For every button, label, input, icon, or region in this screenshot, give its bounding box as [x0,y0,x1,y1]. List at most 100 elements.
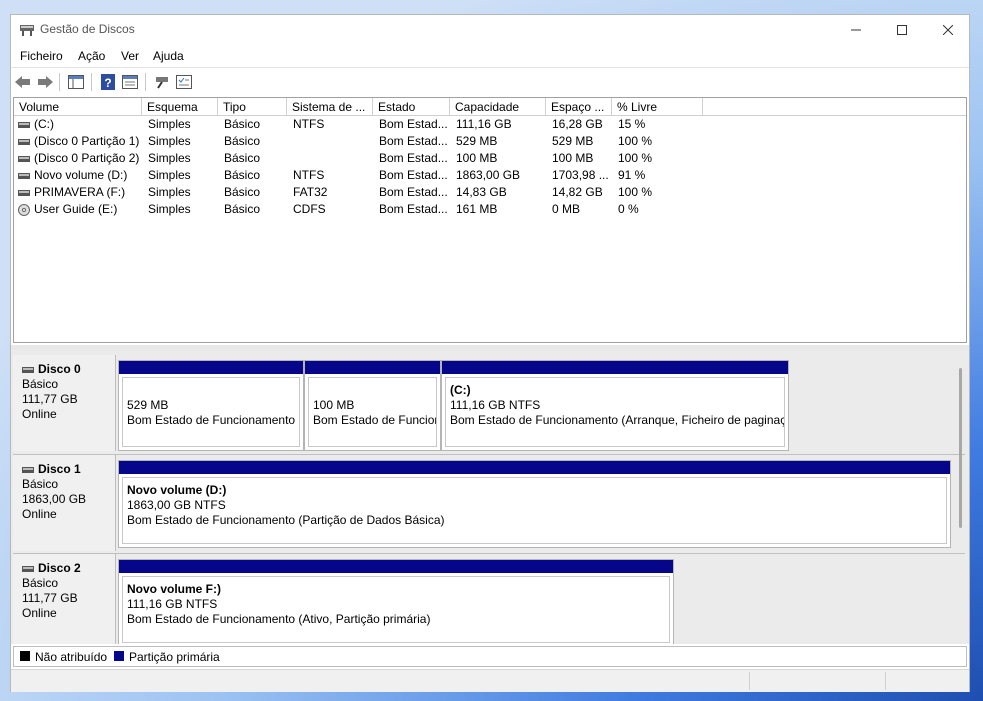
back-arrow-icon [15,76,30,88]
partition[interactable]: Novo volume (D:) 1863,00 GB NTFS Bom Est… [118,460,951,548]
volume-livre: 1703,98 ... [552,168,609,182]
partition[interactable]: 100 MB Bom Estado de Funcionamento [304,360,441,451]
table-row[interactable]: (Disco 0 Partição 1) Simples Básico Bom Est… [14,133,966,150]
maximize-button[interactable] [879,15,925,45]
partition-title: Novo volume (D:) [127,483,227,497]
volume-pct: 100 % [618,185,653,199]
volume-livre: 100 MB [552,151,594,165]
disk-status: Online [22,606,57,620]
volume-esquema: Simples [148,151,191,165]
toolbar-separator [91,73,92,91]
volume-estado: Bom Estad... [379,202,448,216]
partition-size: 100 MB [313,398,355,412]
partition-status: Bom Estado de Funcionamento (Partição de… [127,513,445,527]
primary-partition-swatch [114,651,124,661]
partition[interactable]: Novo volume F:) 111,16 GB NTFS Bom Estad… [118,559,674,644]
disk-icon [22,565,34,572]
volume-tipo: Básico [224,151,261,165]
disk-type: Básico [22,576,59,590]
volume-esquema: Simples [148,117,191,131]
status-segment [749,672,750,690]
toolbar-separator [145,73,146,91]
partition-title: (C:) [450,383,471,397]
disk-type: Básico [22,477,59,491]
table-row[interactable]: User Guide (E:) Simples Básico CDFS Bom Esta… [14,201,966,218]
minimize-button[interactable] [833,15,879,45]
minimize-icon [851,29,861,31]
disk-status: Online [22,407,57,421]
table-row[interactable]: (C:) Simples Básico NTFS Bom Estad... 111,16 … [14,116,966,133]
menu-ajuda[interactable]: Ajuda [153,49,184,63]
properties-button[interactable] [121,73,139,91]
show-hide-console-button[interactable] [67,73,85,91]
legend: Não atribuído Partição primária [13,646,967,667]
disk-type: Básico [22,377,59,391]
menu-ver[interactable]: Ver [121,49,139,63]
table-row[interactable]: PRIMAVERA (F:) Simples Básico FAT32 Bom Esta… [14,184,966,201]
drive-icon [18,122,30,128]
volume-pct: 100 % [618,151,653,165]
column-header-tipo[interactable]: Tipo [218,98,287,116]
volume-cap: 161 MB [456,202,498,216]
volume-fs: NTFS [293,168,325,182]
volume-tipo: Básico [224,202,261,216]
disk-status: Online [22,507,57,521]
volume-pct: 15 % [618,117,646,131]
table-row[interactable]: Novo volume (D:) Simples Básico NTFS Bom Est… [14,167,966,184]
partition-body: 529 MB Bom Estado de Funcionamento [122,377,300,447]
back-button[interactable] [14,73,32,91]
svg-text:?: ? [104,76,111,90]
partition-size: 111,16 GB NTFS [127,597,218,611]
partition-size: 1863,00 GB NTFS [127,498,226,512]
volume-cap: 100 MB [456,151,498,165]
vertical-scrollbar[interactable] [959,368,962,528]
menu-ficheiro[interactable]: Ficheiro [20,49,63,63]
disk-size: 1863,00 GB [22,492,87,506]
partition[interactable]: (C:) 111,16 GB NTFS Bom Estado de Funcio… [441,360,789,451]
column-header-livre[interactable]: % Livre [612,98,703,116]
legend-unallocated: Não atribuído [35,650,108,664]
connect-icon [156,77,168,89]
column-header-espaco[interactable]: Espaço ... [546,98,612,116]
menu-acao[interactable]: Ação [78,49,105,63]
volume-livre: 0 MB [552,202,581,216]
volume-estado: Bom Estad... [379,117,448,131]
checklist-button[interactable] [175,73,193,91]
toolbar: ? [11,67,969,96]
disk-size: 111,77 GB [22,392,78,406]
partition[interactable]: 529 MB Bom Estado de Funcionamento [118,360,304,451]
table-row[interactable]: (Disco 0 Partição 2) Simples Básico Bom Est… [14,150,966,167]
column-header-estado[interactable]: Estado [373,98,450,116]
disk-icon [22,466,34,473]
volume-name: Novo volume (D:) [34,168,128,182]
volume-name: (C:) [34,117,54,131]
menu-bar: Ficheiro Ação Ver Ajuda [11,45,969,67]
volume-tipo: Básico [224,168,261,182]
status-bar [11,669,969,692]
disk-management-icon [20,25,34,36]
disk-management-window: Gestão de Discos Ficheiro Ação Ver Ajuda [10,14,970,692]
column-header-capacidade[interactable]: Capacidade [450,98,546,116]
disk-graphical-view: Disco 0 Básico 111,77 GB Online 529 MB B… [11,350,969,644]
drive-icon [18,173,30,179]
volume-estado: Bom Estad... [379,185,448,199]
volume-tipo: Básico [224,117,261,131]
column-header-volume[interactable]: Volume [14,98,142,116]
disk-row: Disco 0 Básico 111,77 GB Online 529 MB B… [13,355,965,452]
help-button[interactable]: ? [99,73,117,91]
forward-button[interactable] [36,73,54,91]
volume-estado: Bom Estad... [379,151,448,165]
column-header-esquema[interactable]: Esquema [142,98,218,116]
close-button[interactable] [925,15,971,45]
volume-esquema: Simples [148,185,191,199]
title-bar[interactable]: Gestão de Discos [11,15,969,45]
disk-label[interactable]: Disco 0 Básico 111,77 GB Online [13,355,116,451]
volume-list[interactable]: Volume Esquema Tipo Sistema de ... Estad… [13,97,967,343]
disk-row: Disco 1 Básico 1863,00 GB Online Novo vo… [13,454,965,551]
status-segment [885,672,886,690]
disk-label[interactable]: Disco 2 Básico 111,77 GB Online [13,554,116,644]
connect-button[interactable] [153,73,171,91]
column-header-sistema[interactable]: Sistema de ... [287,98,373,116]
disk-label[interactable]: Disco 1 Básico 1863,00 GB Online [13,455,116,551]
volume-esquema: Simples [148,134,191,148]
